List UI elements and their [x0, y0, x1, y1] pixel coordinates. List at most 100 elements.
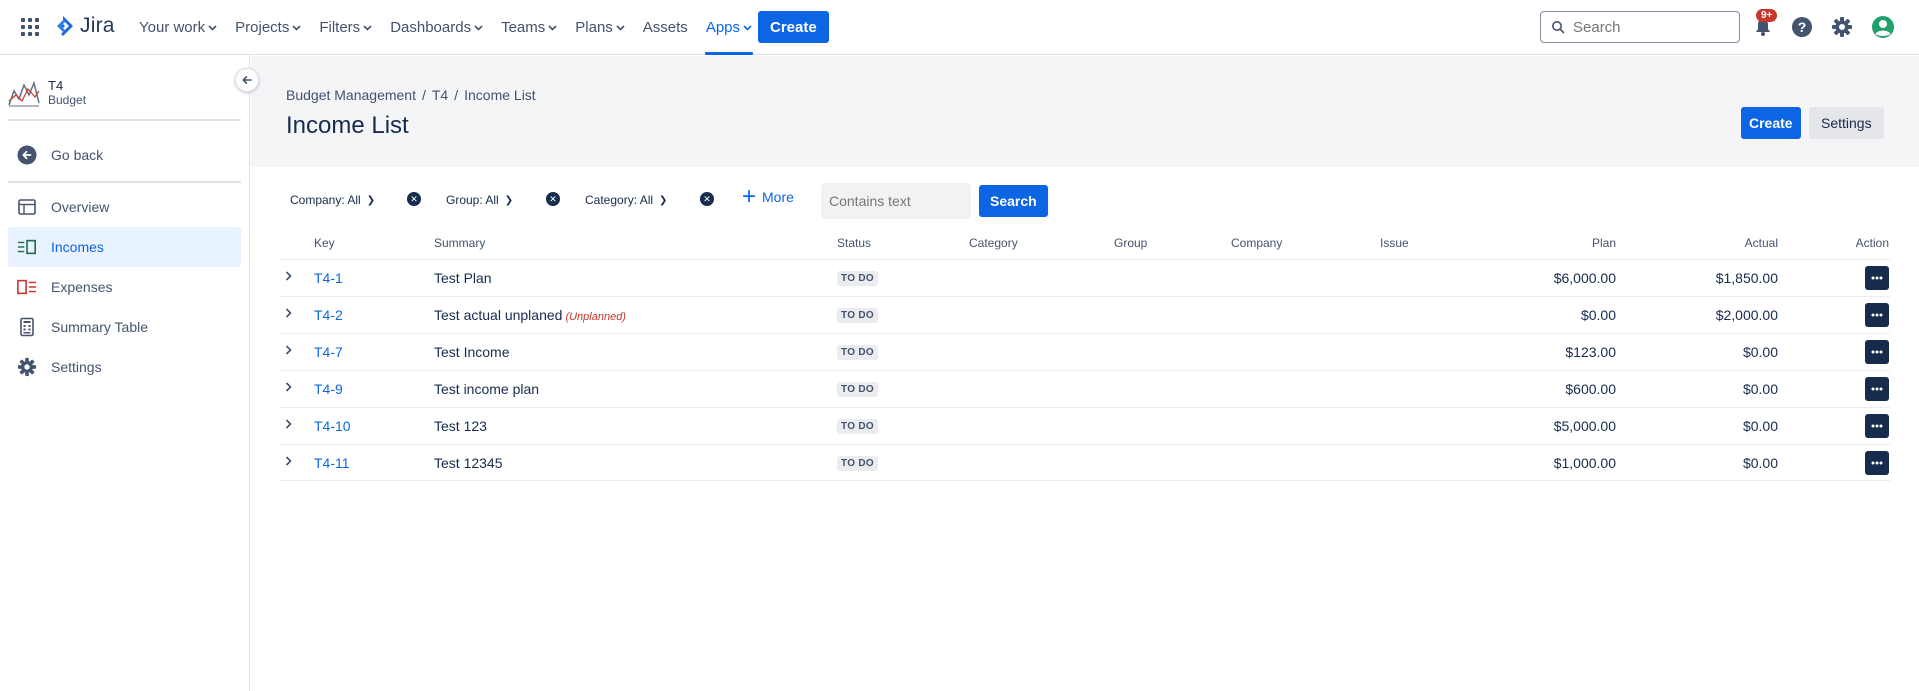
nav-item-filters[interactable]: Filters [310, 0, 381, 55]
contains-text-input[interactable] [821, 183, 971, 219]
clear-category-filter-icon[interactable]: ✕ [700, 192, 714, 206]
summary-text: Test Plan [434, 270, 492, 286]
jira-logo-text: Jira [80, 14, 115, 37]
sidebar-item-expenses[interactable]: Expenses [8, 267, 241, 307]
issue-key-link[interactable]: T4-1 [314, 270, 343, 286]
group-filter[interactable]: Group: All ❯ [446, 188, 513, 212]
row-actions-button[interactable] [1865, 377, 1889, 401]
breadcrumb-item-budget-management[interactable]: Budget Management [286, 87, 416, 103]
sidebar-item-summary-table[interactable]: Summary Table [8, 307, 241, 347]
more-horizontal-icon [1871, 387, 1883, 391]
jira-logo[interactable]: Jira [52, 14, 115, 38]
column-header-group[interactable]: Group [1114, 236, 1147, 250]
category-filter-label: Category: All [585, 193, 654, 207]
issue-key-link[interactable]: T4-9 [314, 381, 343, 397]
nav-item-dashboards[interactable]: Dashboards [381, 0, 492, 55]
create-button[interactable]: Create [758, 11, 829, 43]
column-header-category[interactable]: Category [969, 236, 1018, 250]
nav-item-plans[interactable]: Plans [566, 0, 634, 55]
status-badge: TO DO [837, 308, 878, 323]
settings-button[interactable] [1829, 14, 1855, 40]
expenses-icon [17, 277, 37, 297]
create-income-button[interactable]: Create [1741, 107, 1801, 139]
column-header-plan[interactable]: Plan [1516, 236, 1616, 250]
column-header-issue[interactable]: Issue [1380, 236, 1409, 250]
company-filter-label: Company: All [290, 193, 361, 207]
column-header-key[interactable]: Key [314, 236, 335, 250]
sidebar-item-incomes[interactable]: Incomes [8, 227, 241, 267]
plan-cell: $1,000.00 [1553, 455, 1616, 471]
top-navigation: Jira Your work Projects Filters Dashboards T… [0, 0, 1919, 55]
summary-cell: Test income plan [434, 381, 539, 397]
category-filter[interactable]: Category: All ❯ [585, 188, 667, 212]
table-row: T4-7 Test Income TO DO $123.00 $0.00 [279, 333, 1890, 370]
summary-cell: Test Income [434, 344, 509, 360]
nav-item-teams[interactable]: Teams [492, 0, 566, 55]
global-search[interactable] [1540, 11, 1740, 43]
collapse-sidebar-button[interactable] [235, 68, 259, 92]
sidebar-item-label: Settings [51, 359, 102, 375]
company-filter[interactable]: Company: All ❯ [290, 188, 375, 212]
search-icon [1552, 21, 1565, 34]
search-input[interactable] [1573, 18, 1733, 36]
breadcrumb-separator: / [421, 87, 426, 103]
arrow-left-circle-icon [17, 145, 37, 165]
actual-cell: $0.00 [1742, 418, 1778, 434]
issue-key-link[interactable]: T4-2 [314, 307, 343, 323]
issue-key-link[interactable]: T4-10 [314, 418, 351, 434]
issue-key-link[interactable]: T4-7 [314, 344, 343, 360]
search-button[interactable]: Search [979, 185, 1048, 217]
nav-item-assets[interactable]: Assets [634, 0, 697, 55]
nav-item-label: Dashboards [390, 19, 472, 36]
chevron-right-icon[interactable] [285, 455, 292, 469]
nav-item-label: Teams [501, 19, 546, 36]
nav-item-projects[interactable]: Projects [226, 0, 310, 55]
issue-key-link[interactable]: T4-11 [314, 455, 350, 471]
chevron-down-icon: ❯ [504, 194, 514, 206]
sidebar-divider [8, 181, 241, 183]
column-header-company[interactable]: Company [1231, 236, 1282, 250]
sidebar-item-label: Incomes [51, 239, 104, 255]
status-badge: TO DO [837, 382, 878, 397]
chevron-right-icon[interactable] [285, 418, 292, 432]
sidebar-item-settings[interactable]: Settings [8, 347, 241, 387]
clear-group-filter-icon[interactable]: ✕ [546, 192, 560, 206]
help-button[interactable]: ? [1789, 14, 1815, 40]
row-actions-button[interactable] [1865, 266, 1889, 290]
go-back-button[interactable]: Go back [8, 135, 241, 175]
summary-text: Test 123 [434, 418, 487, 434]
row-actions-button[interactable] [1865, 414, 1889, 438]
row-actions-button[interactable] [1865, 340, 1889, 364]
profile-button[interactable] [1870, 14, 1896, 40]
nav-item-label: Projects [235, 19, 290, 36]
project-header[interactable]: T4 Budget [8, 79, 86, 107]
apps-grid-icon[interactable] [20, 17, 40, 37]
project-subtitle: Budget [48, 93, 87, 107]
row-actions-button[interactable] [1865, 451, 1889, 475]
breadcrumb-item-current[interactable]: Income List [464, 87, 536, 103]
chevron-right-icon[interactable] [285, 307, 292, 321]
column-header-actual[interactable]: Actual [1678, 236, 1778, 250]
chevron-down-icon [292, 23, 301, 34]
breadcrumb: Budget Management / T4 / Income List [286, 87, 536, 103]
sidebar-item-overview[interactable]: Overview [8, 187, 241, 227]
settings-button[interactable]: Settings [1809, 107, 1884, 139]
status-badge: TO DO [837, 271, 878, 286]
chevron-right-icon[interactable] [285, 381, 292, 395]
row-actions-button[interactable] [1865, 303, 1889, 327]
nav-item-your-work[interactable]: Your work [130, 0, 226, 55]
arrow-left-icon [242, 76, 252, 84]
unplanned-badge: (Unplanned) [565, 311, 626, 323]
chevron-right-icon[interactable] [285, 270, 292, 284]
breadcrumb-item-project[interactable]: T4 [432, 87, 448, 103]
more-filters-button[interactable]: + More [742, 185, 794, 209]
incomes-icon [17, 237, 37, 257]
chevron-right-icon[interactable] [285, 344, 292, 358]
plan-cell: $6,000.00 [1553, 270, 1616, 286]
summary-cell: Test Plan [434, 270, 492, 286]
nav-item-apps[interactable]: Apps [697, 0, 761, 55]
column-header-summary[interactable]: Summary [434, 236, 485, 250]
clear-company-filter-icon[interactable]: ✕ [407, 192, 421, 206]
table-row: T4-2 Test actual unplaned (Unplanned) TO DO… [279, 296, 1890, 333]
column-header-status[interactable]: Status [837, 236, 871, 250]
